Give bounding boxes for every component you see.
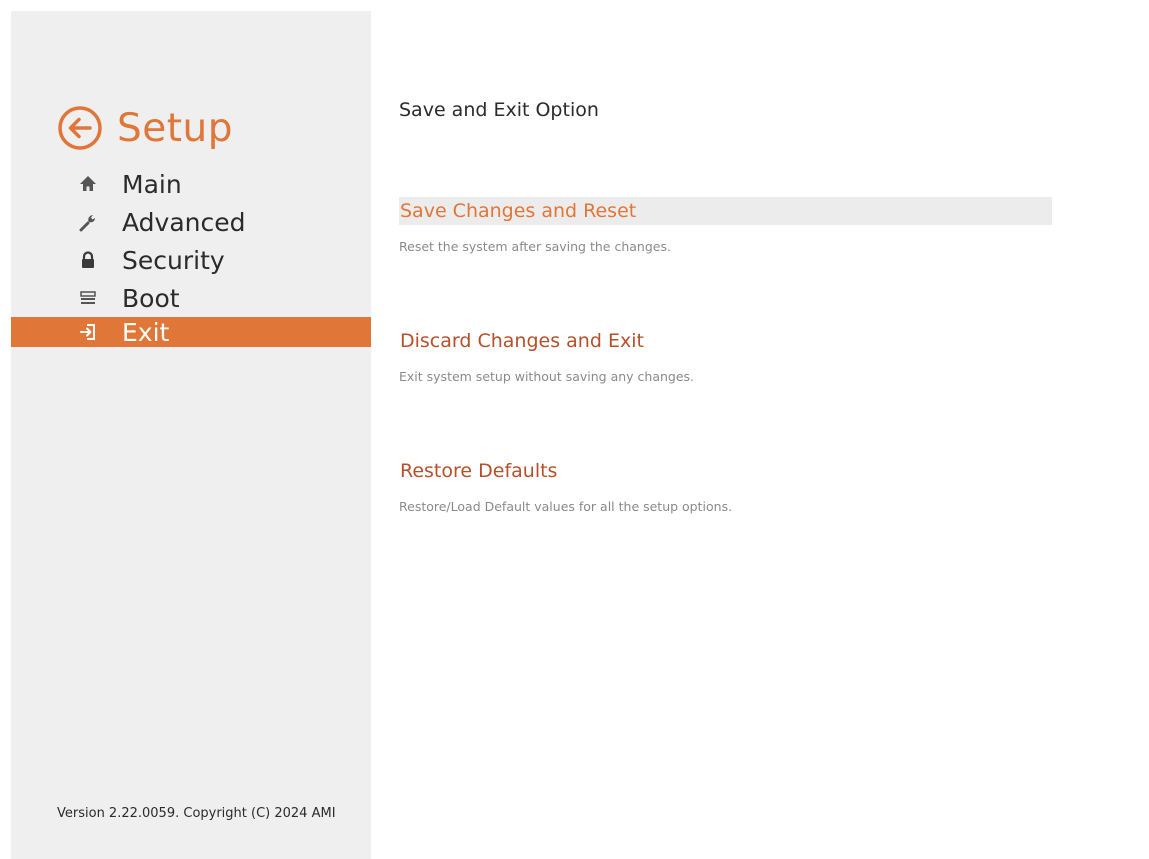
option-description: Restore/Load Default values for all the … <box>399 499 733 514</box>
page-title: Save and Exit Option <box>399 99 599 121</box>
exit-icon <box>77 321 99 343</box>
sidebar-item-label: Exit <box>122 317 170 347</box>
sidebar-item-security[interactable]: Security <box>11 241 371 279</box>
wrench-icon <box>77 211 99 233</box>
sidebar-item-advanced[interactable]: Advanced <box>11 203 371 241</box>
drive-icon <box>77 287 99 309</box>
sidebar-item-main[interactable]: Main <box>11 165 371 203</box>
sidebar-item-label: Security <box>122 245 225 275</box>
sidebar-item-label: Boot <box>122 283 180 313</box>
version-footer: Version 2.22.0059. Copyright (C) 2024 AM… <box>57 806 336 821</box>
arrow-left-circle-icon <box>58 106 102 150</box>
option-discard-changes-and-exit[interactable]: Discard Changes and Exit Exit system set… <box>399 327 1052 384</box>
sidebar-nav: Main Advanced Security Boot Exit <box>11 165 371 347</box>
option-description: Exit system setup without saving any cha… <box>399 369 695 384</box>
option-title: Save Changes and Reset <box>399 197 1052 225</box>
bios-setup-window: Setup Main Advanced Security Boot Exit S… <box>0 0 1149 859</box>
option-save-changes-and-reset[interactable]: Save Changes and Reset Reset the system … <box>399 197 1052 254</box>
home-icon <box>77 173 99 195</box>
option-restore-defaults[interactable]: Restore Defaults Restore/Load Default va… <box>399 457 1052 514</box>
sidebar-item-boot[interactable]: Boot <box>11 279 371 317</box>
lock-icon <box>77 249 99 271</box>
setup-back-button[interactable]: Setup <box>57 98 233 158</box>
sidebar-item-exit[interactable]: Exit <box>11 317 371 347</box>
option-title: Discard Changes and Exit <box>400 330 644 352</box>
sidebar-item-label: Advanced <box>122 207 246 237</box>
main-panel: Save and Exit Option Save Changes and Re… <box>371 11 1149 859</box>
option-description: Reset the system after saving the change… <box>399 239 671 254</box>
sidebar-item-label: Main <box>122 169 182 199</box>
setup-title: Setup <box>117 105 234 151</box>
option-title: Restore Defaults <box>400 460 558 482</box>
